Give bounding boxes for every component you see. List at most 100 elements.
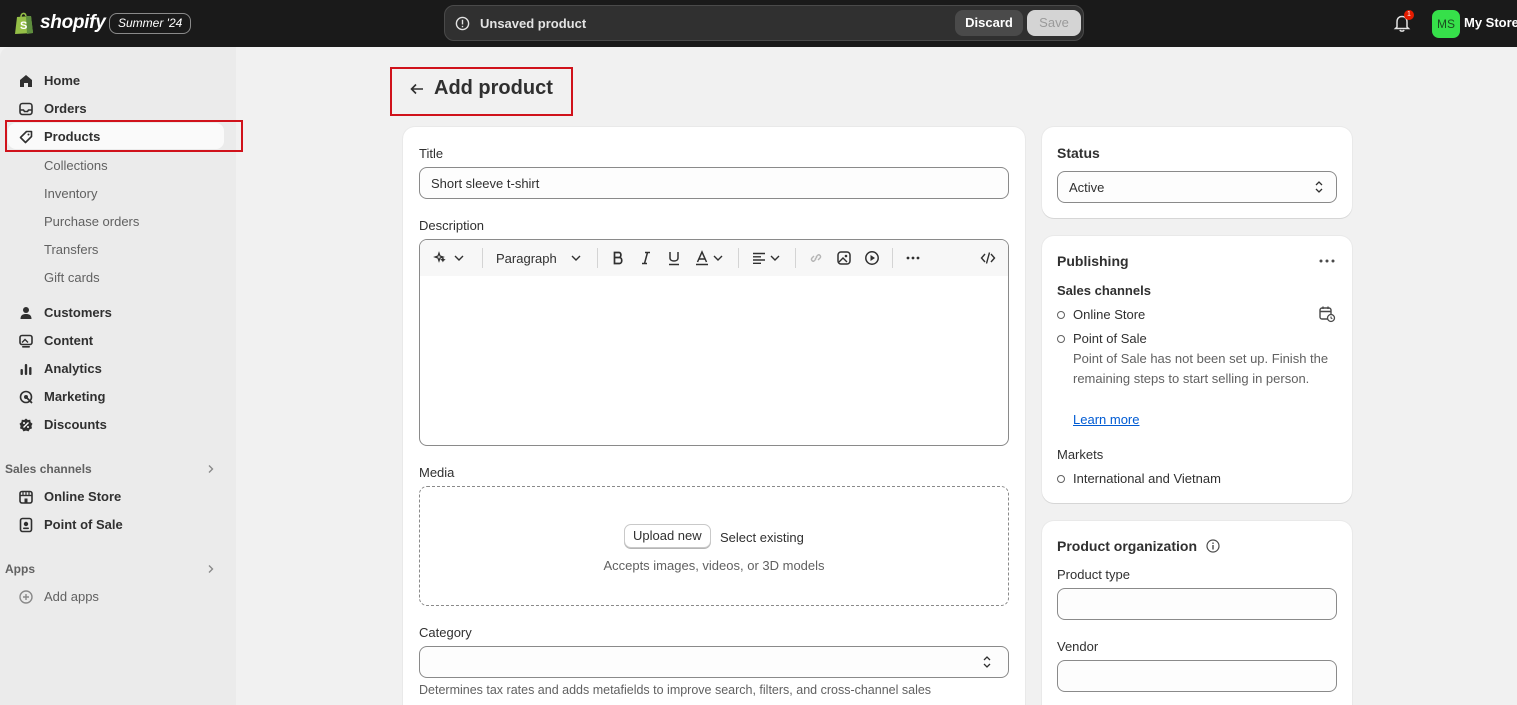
- sidebar-item-analytics[interactable]: Analytics: [0, 356, 236, 382]
- title-label: Title: [419, 146, 444, 161]
- point-of-sale-status-dot: [1057, 335, 1065, 343]
- code-view-icon[interactable]: [980, 250, 996, 266]
- apps-heading[interactable]: Apps: [5, 562, 35, 576]
- sidebar-subitem-transfers[interactable]: Transfers: [44, 242, 98, 257]
- sidebar-subitem-purchase-orders[interactable]: Purchase orders: [44, 214, 139, 229]
- edition-badge[interactable]: Summer '24: [109, 13, 192, 34]
- description-editor[interactable]: Paragraph: [419, 239, 1009, 446]
- sidebar-item-online-store[interactable]: Online Store: [0, 484, 236, 510]
- vendor-input[interactable]: [1057, 660, 1337, 692]
- sidebar-item-label: Marketing: [44, 389, 106, 404]
- category-input[interactable]: [419, 646, 1009, 678]
- sidebar-item-customers[interactable]: Customers: [0, 300, 236, 326]
- unsaved-changes-bar: Unsaved product Discard Save: [444, 5, 1084, 41]
- toolbar-divider: [892, 248, 893, 268]
- save-button[interactable]: Save: [1027, 10, 1081, 36]
- align-left-icon[interactable]: [751, 250, 767, 266]
- sidebar-item-point-of-sale[interactable]: Point of Sale: [0, 512, 236, 538]
- chevron-down-icon[interactable]: [570, 250, 582, 266]
- category-helper-text: Determines tax rates and adds metafields…: [419, 683, 932, 697]
- vendor-label: Vendor: [1057, 639, 1099, 654]
- product-type-input[interactable]: [1057, 588, 1337, 620]
- avatar[interactable]: MS: [1432, 10, 1460, 38]
- video-play-icon[interactable]: [864, 250, 880, 266]
- status-title: Status: [1057, 145, 1100, 161]
- toolbar-divider: [795, 248, 796, 268]
- media-dropzone[interactable]: Upload new Select existing Accepts image…: [419, 486, 1009, 606]
- select-arrows-icon: [983, 656, 991, 668]
- text-color-icon[interactable]: [694, 250, 710, 266]
- magic-sparkle-icon[interactable]: [433, 250, 449, 266]
- unsaved-message: Unsaved product: [480, 16, 587, 31]
- underline-icon[interactable]: [666, 250, 682, 266]
- pos-setup-note: Point of Sale has not been set up. Finis…: [1073, 351, 1329, 386]
- info-icon[interactable]: [1206, 539, 1220, 553]
- sidebar-item-orders[interactable]: Orders: [0, 96, 236, 122]
- sidebar-item-content[interactable]: Content: [0, 328, 236, 354]
- product-type-label: Product type: [1057, 567, 1130, 582]
- pos-icon: [19, 517, 33, 533]
- title-input[interactable]: Short sleeve t-shirt: [419, 167, 1009, 199]
- link-icon[interactable]: [808, 250, 824, 266]
- category-label: Category: [419, 625, 472, 640]
- bold-icon[interactable]: [610, 250, 626, 266]
- store-name[interactable]: My Store: [1464, 15, 1517, 30]
- toolbar-divider: [482, 248, 483, 268]
- chevron-down-icon[interactable]: [453, 250, 465, 266]
- chevron-down-icon[interactable]: [769, 250, 781, 266]
- shopify-logo[interactable]: S shopify: [14, 11, 106, 35]
- status-value: Active: [1069, 180, 1105, 195]
- publishing-title: Publishing: [1057, 253, 1129, 269]
- target-icon: [19, 390, 33, 404]
- sidebar-item-label: Online Store: [44, 489, 122, 504]
- sidebar-item-discounts[interactable]: Discounts: [0, 412, 236, 438]
- channel-online-store: Online Store: [1073, 307, 1146, 322]
- calendar-schedule-icon[interactable]: [1318, 305, 1336, 323]
- sidebar-item-marketing[interactable]: Marketing: [0, 384, 236, 410]
- svg-text:S: S: [20, 20, 27, 32]
- chevron-down-icon[interactable]: [712, 250, 724, 266]
- title-highlight-box: [390, 67, 573, 116]
- home-icon: [20, 75, 32, 87]
- sidebar-item-add-apps[interactable]: Add apps: [0, 584, 236, 610]
- upload-new-button[interactable]: Upload new: [624, 524, 711, 548]
- chevron-right-icon[interactable]: [206, 564, 216, 574]
- alert-circle-icon: [455, 16, 470, 31]
- shopping-bag-icon: S: [15, 12, 33, 34]
- online-store-status-dot: [1057, 311, 1065, 319]
- more-horizontal-icon[interactable]: [1318, 253, 1336, 269]
- image-icon[interactable]: [836, 250, 852, 266]
- image-icon: [19, 334, 33, 348]
- select-arrows-icon: [1315, 181, 1323, 193]
- discard-button[interactable]: Discard: [955, 10, 1023, 36]
- sidebar-subitem-inventory[interactable]: Inventory: [44, 186, 97, 201]
- inbox-icon: [19, 102, 33, 116]
- sales-channels-heading[interactable]: Sales channels: [5, 462, 92, 476]
- sidebar-item-label: Content: [44, 333, 94, 348]
- chevron-right-icon[interactable]: [206, 464, 216, 474]
- sidebar-subitem-collections[interactable]: Collections: [44, 158, 108, 173]
- status-select[interactable]: Active: [1057, 171, 1337, 203]
- channel-point-of-sale: Point of Sale: [1073, 331, 1147, 346]
- products-highlight-box: [5, 120, 243, 152]
- sidebar-item-label: Discounts: [44, 417, 107, 432]
- person-icon: [20, 307, 32, 319]
- media-helper-text: Accepts images, videos, or 3D models: [603, 558, 825, 573]
- italic-icon[interactable]: [638, 250, 654, 266]
- brand-name: shopify: [40, 12, 106, 33]
- markets-label: Markets: [1057, 447, 1104, 462]
- discount-icon: [19, 418, 33, 432]
- sidebar-item-label: Orders: [44, 101, 87, 116]
- sidebar-item-label: Analytics: [44, 361, 102, 376]
- markets-value: International and Vietnam: [1073, 471, 1221, 486]
- bar-chart-icon: [20, 364, 32, 375]
- learn-more-link[interactable]: Learn more: [1073, 412, 1139, 427]
- store-icon: [19, 490, 33, 504]
- sidebar-subitem-gift-cards[interactable]: Gift cards: [44, 270, 100, 285]
- sidebar-item-home[interactable]: Home: [0, 68, 236, 94]
- title-input-value: Short sleeve t-shirt: [431, 176, 540, 191]
- more-horizontal-icon[interactable]: [905, 250, 921, 266]
- select-existing-button[interactable]: Select existing: [720, 530, 804, 545]
- markets-status-dot: [1057, 475, 1065, 483]
- paragraph-style-select[interactable]: Paragraph: [496, 251, 557, 266]
